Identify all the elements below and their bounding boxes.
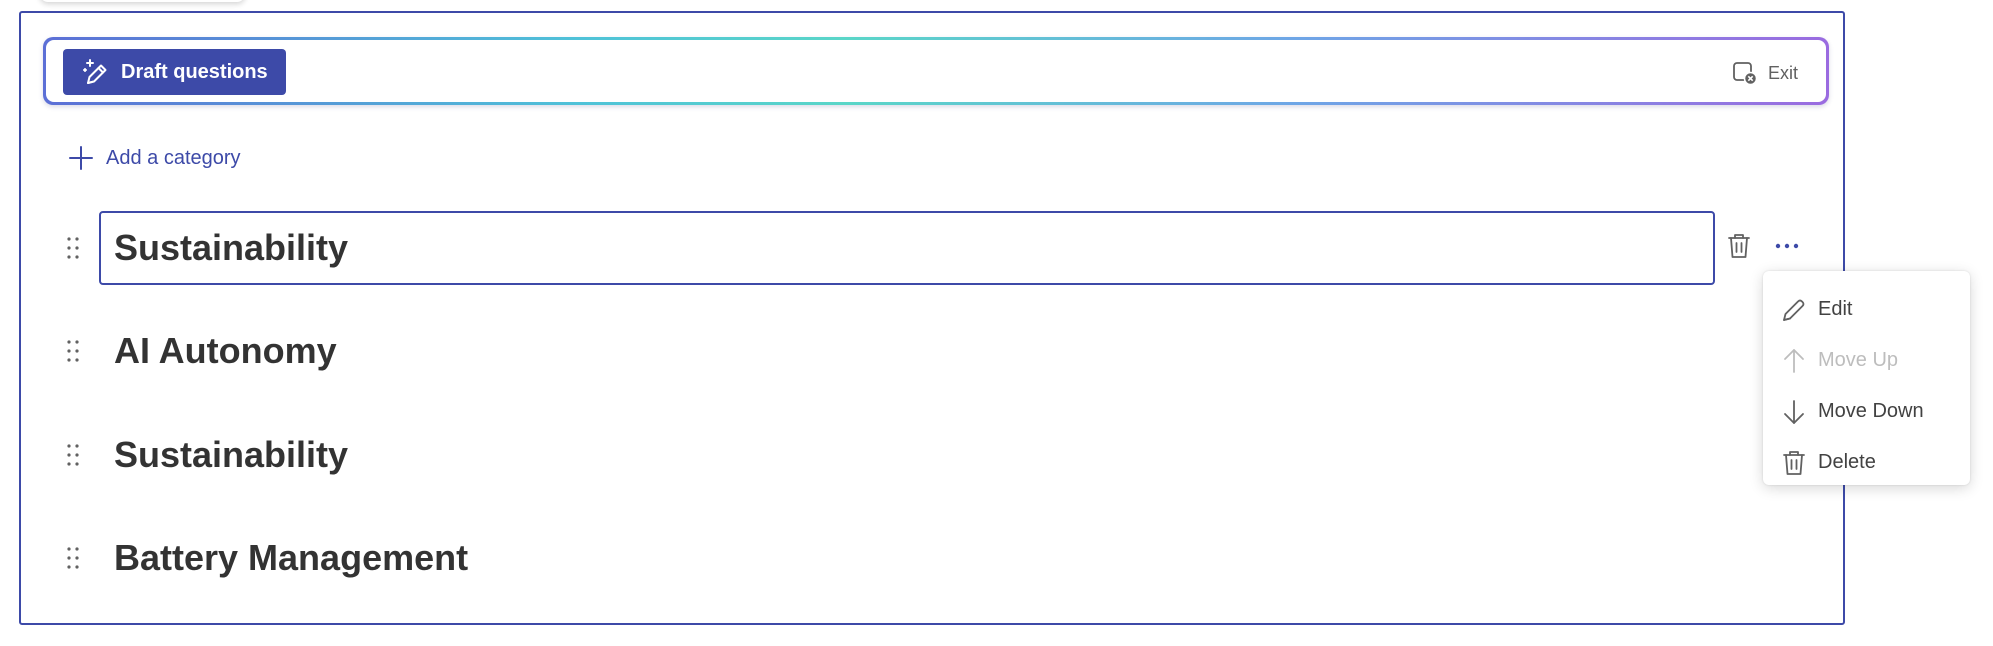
category-context-menu: Edit Move Up Move Down Delete: [1763, 271, 1970, 485]
category-title[interactable]: Sustainability: [114, 418, 348, 492]
draft-questions-label: Draft questions: [121, 60, 268, 83]
exit-label: Exit: [1767, 62, 1798, 83]
drag-handle-icon[interactable]: [65, 545, 81, 571]
more-icon: [1775, 243, 1799, 249]
magic-pen-icon: [81, 57, 111, 87]
plus-icon: [68, 145, 94, 171]
pencil-icon: [1780, 296, 1808, 324]
exit-button[interactable]: Exit: [1732, 60, 1798, 86]
category-title[interactable]: Battery Management: [114, 521, 468, 595]
menu-item-move-up: Move Up: [1763, 335, 1970, 386]
menu-item-label: Delete: [1818, 451, 1876, 473]
menu-item-move-down[interactable]: Move Down: [1763, 386, 1970, 437]
menu-item-label: Edit: [1818, 298, 1853, 320]
category-title-input[interactable]: Sustainability: [99, 211, 1715, 285]
menu-item-edit[interactable]: Edit: [1763, 284, 1970, 335]
category-row: AI Autonomy: [60, 314, 1760, 388]
add-category-button[interactable]: Add a category: [68, 145, 241, 171]
copilot-bar: Draft questions Exit: [43, 37, 1829, 105]
menu-item-label: Move Up: [1818, 349, 1899, 371]
drag-handle-icon[interactable]: [65, 235, 81, 261]
exit-icon: [1732, 60, 1758, 86]
delete-category-button[interactable]: [1725, 230, 1753, 262]
trash-icon: [1780, 449, 1808, 477]
arrow-up-icon: [1780, 347, 1808, 375]
draft-questions-button[interactable]: Draft questions: [63, 49, 286, 95]
more-options-button[interactable]: [1773, 230, 1801, 262]
category-editor-page: Draft questions Exit Add a category Sust…: [0, 0, 1993, 646]
arrow-down-icon: [1780, 398, 1808, 426]
category-row: Battery Management: [60, 521, 1760, 595]
add-category-label: Add a category: [106, 146, 241, 169]
top-tab-edge: [40, 0, 245, 2]
menu-item-label: Move Down: [1818, 400, 1924, 422]
category-row: Sustainability: [60, 211, 1760, 285]
category-row: Sustainability: [60, 418, 1760, 492]
drag-handle-icon[interactable]: [65, 338, 81, 364]
copilot-bar-inner: Draft questions Exit: [46, 40, 1826, 102]
drag-handle-icon[interactable]: [65, 442, 81, 468]
menu-item-delete[interactable]: Delete: [1763, 437, 1970, 488]
trash-icon: [1728, 234, 1750, 258]
category-title[interactable]: AI Autonomy: [114, 314, 337, 388]
